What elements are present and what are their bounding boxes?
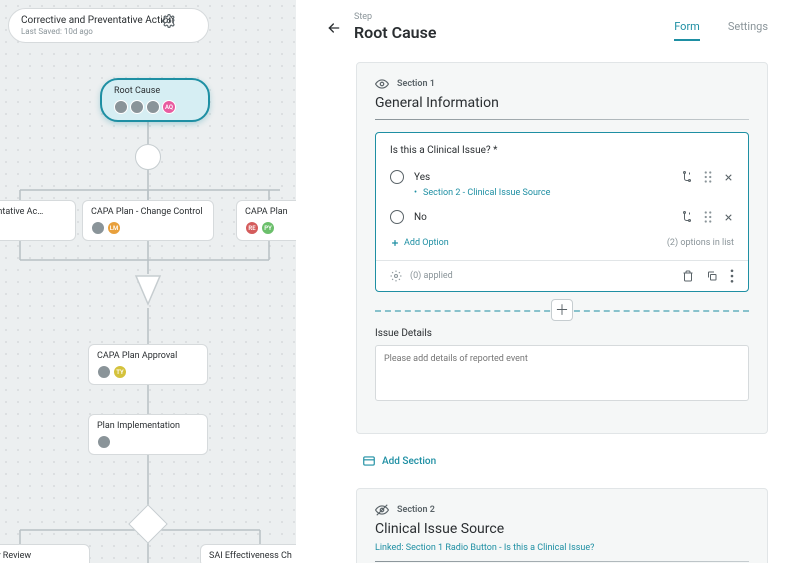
close-icon[interactable]: [723, 172, 734, 183]
canvas-title-chip: Corrective and Preventative Action Last …: [8, 8, 209, 43]
node-root-cause[interactable]: Root Cause AQ: [100, 78, 210, 122]
add-section-label: Add Section: [382, 456, 436, 467]
node-label: Plan Implementation: [97, 421, 199, 431]
section-2-title: Clinical Issue Source: [375, 521, 749, 537]
step-label: Step: [354, 12, 436, 22]
gateway-circle[interactable]: [135, 144, 161, 170]
node-avatars: AQ: [114, 100, 196, 114]
option-yes-link[interactable]: Section 2 - Clinical Issue Source: [414, 188, 734, 198]
add-section-button[interactable]: Add Section: [362, 454, 768, 468]
tab-settings[interactable]: Settings: [728, 20, 768, 41]
question-footer: (0) applied: [376, 260, 748, 291]
copy-icon[interactable]: [706, 270, 718, 282]
node-label: SAI Effectiveness Ch: [209, 551, 296, 561]
add-section-icon: [362, 454, 376, 468]
drag-handle-icon[interactable]: [703, 211, 713, 223]
workflow-canvas[interactable]: Corrective and Preventative Action Last …: [0, 0, 296, 563]
more-icon[interactable]: [730, 269, 734, 283]
add-option-button[interactable]: Add Option: [390, 238, 449, 248]
section-1-card: Section 1 General Information Is this a …: [356, 62, 768, 434]
divider: [375, 119, 749, 120]
plus-icon: [390, 238, 400, 248]
issue-details-block: Issue Details: [375, 328, 749, 405]
workflow-title: Corrective and Preventative Action: [21, 15, 174, 26]
field-label: Issue Details: [375, 328, 749, 339]
back-arrow-icon[interactable]: [326, 20, 342, 36]
section-1-title: General Information: [375, 95, 749, 111]
tab-form[interactable]: Form: [674, 20, 700, 41]
trash-icon[interactable]: [682, 270, 694, 282]
option-label: Yes: [414, 172, 671, 183]
settings-icon[interactable]: [160, 12, 178, 30]
panel-tabs: Form Settings: [674, 12, 768, 41]
radio-icon[interactable]: [390, 170, 404, 184]
question-title: Is this a Clinical Issue? *: [390, 145, 734, 156]
drag-handle-icon[interactable]: [703, 171, 713, 183]
branch-icon[interactable]: [681, 211, 693, 223]
gateway-diamond[interactable]: [128, 504, 168, 544]
node-approval[interactable]: CAPA Plan Approval TY: [88, 344, 208, 385]
section-2-header: Section 2: [375, 503, 749, 517]
radio-icon[interactable]: [390, 210, 404, 224]
panel-header: Step Root Cause Form Settings: [326, 12, 768, 42]
close-icon[interactable]: [723, 212, 734, 223]
step-title: Root Cause: [354, 23, 436, 42]
section-2-card: Section 2 Clinical Issue Source Linked: …: [356, 488, 768, 563]
section-linked-text[interactable]: Linked: Section 1 Radio Button - Is this…: [375, 543, 749, 553]
option-yes-row[interactable]: Yes: [390, 166, 734, 188]
option-no-row[interactable]: No: [390, 206, 734, 228]
node-label: Preventative Ac…: [0, 207, 67, 217]
gear-icon[interactable]: [390, 270, 402, 282]
gateway-triangle[interactable]: [134, 274, 162, 306]
node-capa-plan[interactable]: CAPA Plan REPY: [236, 200, 296, 241]
applied-count: (0) applied: [410, 271, 453, 281]
insert-field-row: ＋: [375, 296, 749, 324]
add-option-label: Add Option: [404, 238, 449, 248]
branch-icon[interactable]: [681, 171, 693, 183]
step-editor-panel: Step Root Cause Form Settings Section 1 …: [296, 0, 798, 563]
section-1-header: Section 1: [375, 77, 749, 91]
issue-details-input[interactable]: [375, 345, 749, 401]
node-label: CAPA Plan - Change Control: [91, 207, 205, 217]
divider: [375, 561, 749, 562]
option-label: No: [414, 212, 671, 223]
node-label: Root Cause: [114, 86, 196, 96]
eye-icon: [375, 77, 389, 91]
node-sai-effectiveness[interactable]: SAI Effectiveness Ch: [200, 544, 296, 563]
question-card[interactable]: Is this a Clinical Issue? * Yes Section …: [375, 132, 749, 292]
node-implementation[interactable]: Plan Implementation: [88, 414, 208, 455]
node-label: CAPA Plan: [245, 207, 296, 217]
node-label: lity Review: [0, 551, 81, 561]
plus-icon: ＋: [555, 300, 569, 320]
eye-off-icon: [375, 503, 389, 517]
section-badge: Section 2: [397, 505, 435, 515]
option-count: (2) options in list: [667, 238, 734, 248]
node-quality-review[interactable]: lity Review: [0, 544, 90, 563]
section-badge: Section 1: [397, 79, 435, 89]
node-preventative[interactable]: Preventative Ac…: [0, 200, 76, 241]
insert-field-button[interactable]: ＋: [551, 299, 573, 321]
node-change-control[interactable]: CAPA Plan - Change Control LM: [82, 200, 214, 241]
last-saved-text: Last Saved: 10d ago: [21, 27, 174, 36]
node-label: CAPA Plan Approval: [97, 351, 199, 361]
